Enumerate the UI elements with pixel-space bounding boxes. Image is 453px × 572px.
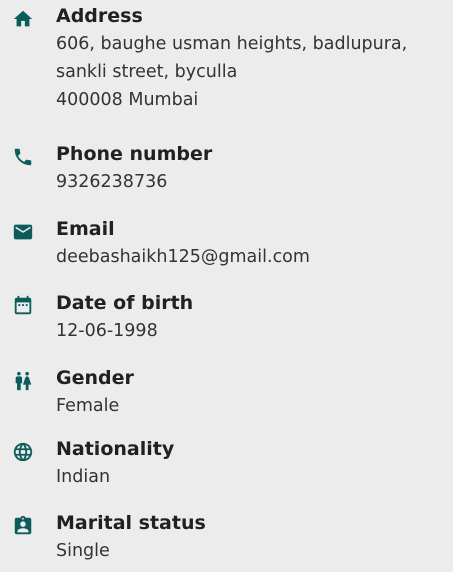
personal-details-list: Address 606, baughe usman heights, badlu…	[0, 0, 453, 572]
detail-label: Marital status	[56, 512, 206, 534]
detail-label: Date of birth	[56, 292, 194, 314]
globe-icon	[12, 441, 34, 463]
detail-label: Gender	[56, 367, 134, 389]
detail-value: 9326238736	[56, 172, 168, 192]
home-icon	[12, 8, 34, 30]
detail-label: Email	[56, 218, 115, 240]
mail-icon	[12, 221, 34, 243]
detail-value: 12-06-1998	[56, 321, 158, 341]
detail-label: Address	[56, 5, 143, 27]
detail-value: Single	[56, 541, 110, 561]
phone-icon	[12, 146, 34, 168]
detail-value: Female	[56, 396, 120, 416]
detail-value: deebashaikh125@gmail.com	[56, 247, 310, 267]
detail-value: sankli street, byculla	[56, 62, 238, 82]
id-badge-icon	[12, 515, 34, 537]
detail-value: Indian	[56, 467, 111, 487]
calendar-icon	[12, 295, 34, 317]
gender-icon	[12, 370, 34, 392]
detail-value: 606, baughe usman heights, badlupura,	[56, 34, 408, 54]
detail-value: 400008 Mumbai	[56, 90, 199, 110]
detail-label: Phone number	[56, 143, 213, 165]
detail-label: Nationality	[56, 438, 175, 460]
